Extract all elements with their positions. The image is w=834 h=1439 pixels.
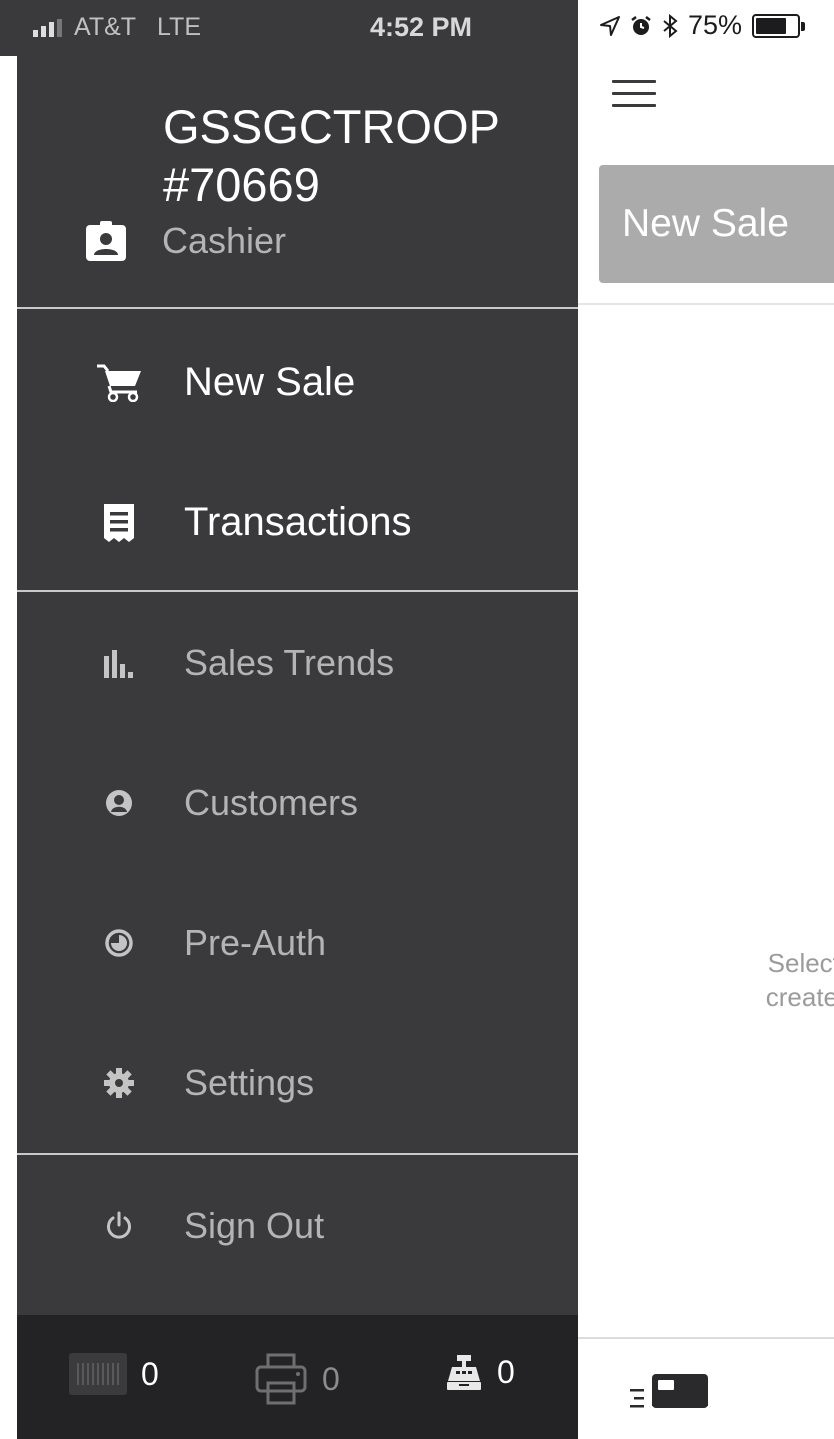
menu-item-label: New Sale	[184, 359, 356, 404]
barcode-icon	[69, 1353, 127, 1395]
account-name: GSSGCTROOP #70669	[163, 100, 500, 211]
menu-item-customers[interactable]: Customers	[17, 753, 578, 853]
hint-line-2: create y	[765, 982, 834, 1012]
printer-status[interactable]: 0	[254, 1353, 340, 1405]
pre-auth-icon	[105, 929, 133, 957]
customer-icon	[106, 790, 132, 816]
bluetooth-icon	[663, 13, 678, 38]
receipt-icon	[104, 504, 134, 542]
power-icon	[107, 1211, 131, 1239]
navigation-drawer: GSSGCTROOP #70669 Cashier New Sale Trans…	[17, 56, 578, 1439]
tab-new-sale[interactable]: New Sale	[599, 165, 834, 283]
carrier: AT&T	[33, 13, 136, 42]
drawer-header: GSSGCTROOP #70669 Cashier	[17, 56, 578, 308]
menu-item-transactions[interactable]: Transactions	[17, 472, 578, 572]
menu-item-label: Sign Out	[184, 1205, 325, 1246]
signal-strength-icon	[33, 18, 62, 37]
printer-icon	[255, 1353, 307, 1405]
battery-percent: 75%	[688, 10, 743, 40]
hamburger-menu-icon[interactable]	[612, 80, 656, 110]
menu-item-label: Sales Trends	[184, 642, 395, 683]
badge-icon	[86, 221, 126, 261]
status-bar: AT&T LTE 4:52 PM 75%	[0, 0, 834, 56]
printer-count: 0	[322, 1360, 340, 1397]
divider	[17, 590, 578, 592]
cash-register-status[interactable]: 0	[445, 1353, 515, 1391]
cart-icon	[97, 364, 141, 402]
divider	[17, 307, 578, 309]
divider	[17, 1153, 578, 1155]
menu-item-settings[interactable]: Settings	[17, 1033, 578, 1133]
card-reader-icon[interactable]	[630, 1370, 710, 1414]
role-row: Cashier	[85, 220, 286, 262]
barcode-count: 0	[141, 1355, 159, 1392]
location-arrow-icon	[600, 15, 620, 36]
barcode-scanner-status[interactable]: 0	[69, 1353, 159, 1395]
gear-icon	[104, 1068, 134, 1098]
menu-item-label: Settings	[184, 1062, 315, 1103]
bar-chart-icon	[104, 650, 133, 678]
menu-item-sales-trends[interactable]: Sales Trends	[17, 613, 578, 713]
hint-line-1: Select "	[767, 948, 834, 978]
menu-item-new-sale[interactable]: New Sale	[17, 332, 578, 432]
role-label: Cashier	[162, 220, 287, 261]
menu-item-label: Customers	[184, 782, 359, 823]
register-count: 0	[497, 1353, 515, 1390]
status-time: 4:52 PM	[370, 12, 473, 42]
status-bar-right: 75%	[600, 10, 806, 41]
divider	[578, 1337, 834, 1339]
network-type: LTE	[157, 13, 201, 41]
menu-item-sign-out[interactable]: Sign Out	[17, 1176, 578, 1276]
drawer-footer: 0 0 0	[17, 1315, 578, 1439]
empty-state-hint: Select " create y	[712, 946, 834, 1014]
menu-item-pre-auth[interactable]: Pre-Auth	[17, 893, 578, 993]
menu-item-label: Transactions	[184, 499, 412, 544]
divider	[578, 303, 834, 305]
carrier-name: AT&T	[74, 13, 137, 41]
menu-item-label: Pre-Auth	[184, 922, 327, 963]
cash-register-icon	[447, 1355, 481, 1390]
alarm-icon	[631, 15, 651, 35]
battery-icon	[752, 13, 806, 38]
